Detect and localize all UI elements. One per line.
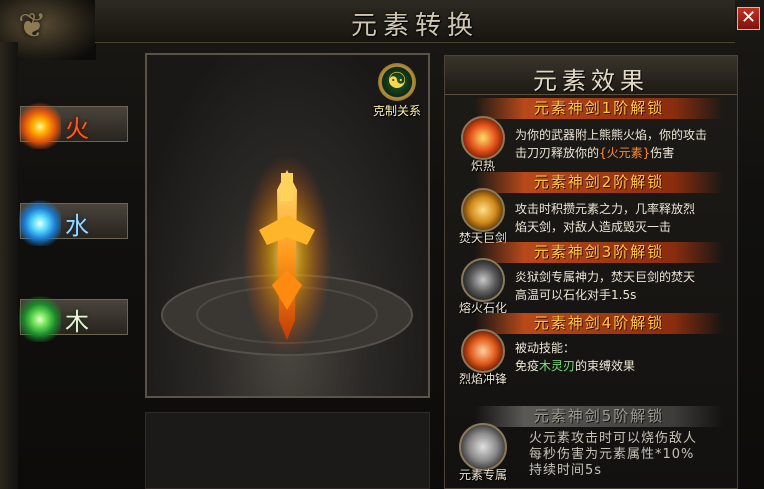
tier-4-caption: 烈焰冲锋 <box>458 372 507 386</box>
element-label-wood: 木 <box>65 308 89 336</box>
tier-1-desc-line2: 击刀刃释放你的{火元素}伤害 <box>515 144 735 162</box>
tier-5-head: 元素神剑5阶解锁 <box>475 406 723 427</box>
tier-1-desc-2c: 伤害 <box>650 146 675 160</box>
fire-orb-icon <box>19 99 61 149</box>
tier-3-desc-line1: 炎狱剑专属神力，焚天巨剑的焚天 <box>515 270 696 284</box>
tier-1-desc: 为你的武器附上熊熊火焰，你的攻击 击刀刃释放你的{火元素}伤害 <box>515 126 735 162</box>
tier-1-desc-2a: 击刀刃释放你的 <box>515 146 600 160</box>
tier-1-desc-line1: 为你的武器附上熊熊火焰，你的攻击 <box>515 128 708 142</box>
info-box <box>145 412 430 489</box>
blazing-skill-icon <box>461 116 505 160</box>
tier-5-desc: 火元素攻击时可以烧伤敌人 每秒伤害为元素属性*10% 持续时间5s <box>529 431 734 479</box>
effects-panel: 元素效果 元素神剑1阶解锁 炽热 为你的武器附上熊熊火焰，你的攻击 击刀刃释放你… <box>444 55 738 489</box>
tier-2-desc-line1: 攻击时积攒元素之力，几率释放烈 <box>515 202 696 216</box>
element-tab-wood[interactable]: 木 <box>19 292 128 342</box>
water-orb-icon <box>19 196 61 246</box>
restraint-button[interactable]: ☯ 克制关系 <box>367 63 427 123</box>
weapon-preview: ☯ 克制关系 <box>145 53 430 398</box>
petrify-skill-icon <box>461 258 505 302</box>
tier-4-desc-line1: 被动技能： <box>515 341 576 355</box>
effects-header: 元素效果 <box>445 56 737 95</box>
left-rail <box>0 42 18 489</box>
element-label-fire: 火 <box>65 115 89 143</box>
tier-4-desc-2a: 免疫 <box>515 359 540 373</box>
element-tab-water[interactable]: 水 <box>19 196 128 246</box>
tier-4-desc-line2: 免疫木灵刃的束缚效果 <box>515 357 735 375</box>
restraint-label: 克制关系 <box>372 104 421 118</box>
tier-4-desc-2c: 的束缚效果 <box>575 359 636 373</box>
tier-1-desc-2b: {火元素} <box>599 146 651 160</box>
window-title: 元素转换 <box>350 11 479 41</box>
tier-5-desc-line1: 火元素攻击时可以烧伤敌人 <box>529 431 698 446</box>
close-button[interactable]: ✕ <box>737 7 760 30</box>
tier-4-desc-2b: 木灵刃 <box>539 359 576 373</box>
tier-2-desc-line2: 焰天剑，对敌人造成毁灭一击 <box>515 220 672 234</box>
tier-5-caption: 元素专属 <box>458 468 507 482</box>
tier-4-head: 元素神剑4阶解锁 <box>475 313 723 334</box>
title-bar: 元素转换 <box>95 0 735 43</box>
dragon-icon: ❦ <box>18 6 47 46</box>
tier-2-desc: 攻击时积攒元素之力，几率释放烈 焰天剑，对敌人造成毁灭一击 <box>515 200 735 236</box>
tier-5-desc-line3: 持续时间5s <box>529 463 603 478</box>
element-tab-fire[interactable]: 火 <box>19 99 128 149</box>
tier-3-desc: 炎狱剑专属神力，焚天巨剑的焚天 高温可以石化对手1.5s <box>515 268 735 304</box>
tier-3-desc-line2: 高温可以石化对手1.5s <box>515 288 637 302</box>
tier-4-desc: 被动技能： 免疫木灵刃的束缚效果 <box>515 339 735 375</box>
tier-3-head: 元素神剑3阶解锁 <box>475 242 723 263</box>
wood-orb-icon <box>19 292 61 342</box>
sky-sword-skill-icon <box>461 188 505 232</box>
flame-charge-skill-icon <box>461 329 505 373</box>
tier-5-desc-line2: 每秒伤害为元素属性*10% <box>529 447 695 462</box>
tier-1-head: 元素神剑1阶解锁 <box>475 98 723 119</box>
tier-2-head: 元素神剑2阶解锁 <box>475 172 723 193</box>
yin-yang-icon: ☯ <box>378 63 416 101</box>
element-label-water: 水 <box>65 212 89 240</box>
effects-title: 元素效果 <box>533 67 649 95</box>
element-exclusive-skill-icon <box>459 423 507 471</box>
